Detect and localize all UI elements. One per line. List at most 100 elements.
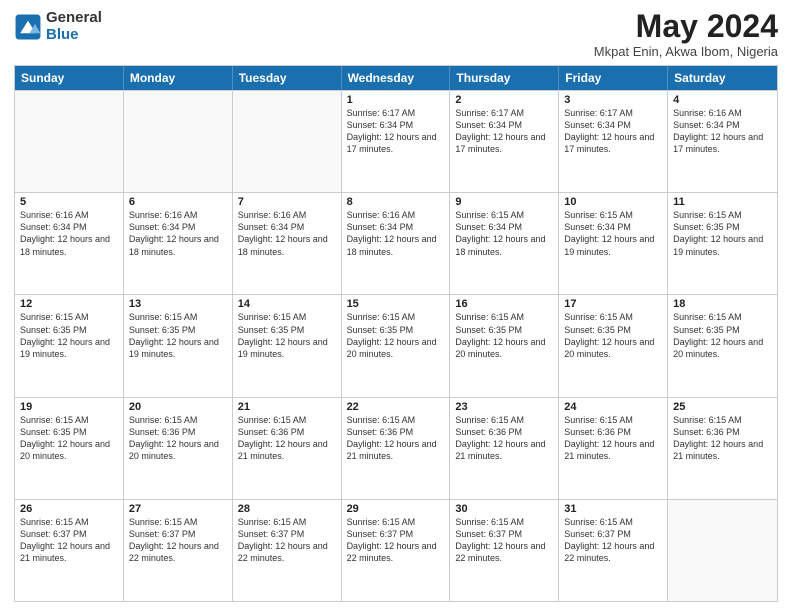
day-info: Sunrise: 6:15 AM Sunset: 6:36 PM Dayligh…: [347, 414, 445, 463]
day-info: Sunrise: 6:17 AM Sunset: 6:34 PM Dayligh…: [564, 107, 662, 156]
calendar-cell-26: 26Sunrise: 6:15 AM Sunset: 6:37 PM Dayli…: [15, 500, 124, 601]
calendar-cell-10: 10Sunrise: 6:15 AM Sunset: 6:34 PM Dayli…: [559, 193, 668, 294]
day-info: Sunrise: 6:16 AM Sunset: 6:34 PM Dayligh…: [347, 209, 445, 258]
day-number: 18: [673, 298, 772, 310]
day-number: 20: [129, 401, 227, 413]
day-info: Sunrise: 6:15 AM Sunset: 6:36 PM Dayligh…: [455, 414, 553, 463]
day-number: 30: [455, 503, 553, 515]
day-number: 23: [455, 401, 553, 413]
calendar-cell-3: 3Sunrise: 6:17 AM Sunset: 6:34 PM Daylig…: [559, 91, 668, 192]
day-info: Sunrise: 6:15 AM Sunset: 6:34 PM Dayligh…: [564, 209, 662, 258]
day-number: 27: [129, 503, 227, 515]
calendar-cell-13: 13Sunrise: 6:15 AM Sunset: 6:35 PM Dayli…: [124, 295, 233, 396]
calendar-cell-8: 8Sunrise: 6:16 AM Sunset: 6:34 PM Daylig…: [342, 193, 451, 294]
calendar-cell-2: 2Sunrise: 6:17 AM Sunset: 6:34 PM Daylig…: [450, 91, 559, 192]
day-number: 2: [455, 94, 553, 106]
page: General Blue May 2024 Mkpat Enin, Akwa I…: [0, 0, 792, 612]
calendar-cell-17: 17Sunrise: 6:15 AM Sunset: 6:35 PM Dayli…: [559, 295, 668, 396]
calendar-row-1: 1Sunrise: 6:17 AM Sunset: 6:34 PM Daylig…: [15, 90, 777, 192]
calendar-header-saturday: Saturday: [668, 66, 777, 90]
day-info: Sunrise: 6:16 AM Sunset: 6:34 PM Dayligh…: [673, 107, 772, 156]
day-info: Sunrise: 6:15 AM Sunset: 6:35 PM Dayligh…: [564, 311, 662, 360]
day-number: 9: [455, 196, 553, 208]
day-info: Sunrise: 6:15 AM Sunset: 6:37 PM Dayligh…: [129, 516, 227, 565]
day-info: Sunrise: 6:15 AM Sunset: 6:35 PM Dayligh…: [673, 311, 772, 360]
day-number: 25: [673, 401, 772, 413]
day-number: 7: [238, 196, 336, 208]
day-info: Sunrise: 6:15 AM Sunset: 6:37 PM Dayligh…: [347, 516, 445, 565]
day-number: 29: [347, 503, 445, 515]
calendar-cell-empty: [124, 91, 233, 192]
logo: General Blue: [14, 10, 102, 43]
calendar-header-sunday: Sunday: [15, 66, 124, 90]
day-number: 5: [20, 196, 118, 208]
day-number: 16: [455, 298, 553, 310]
calendar-cell-4: 4Sunrise: 6:16 AM Sunset: 6:34 PM Daylig…: [668, 91, 777, 192]
calendar-row-5: 26 Sunrise: 6:15 AM Sunset: 6:37 PM Dayli…: [15, 499, 777, 601]
header-right: May 2024 Mkpat Enin, Akwa Ibom, Nigeria: [594, 10, 778, 59]
day-number: 28: [238, 503, 336, 515]
day-info: Sunrise: 6:15 AM Sunset: 6:35 PM Dayligh…: [238, 311, 336, 360]
day-info: Sunrise: 6:15 AM Sunset: 6:35 PM Dayligh…: [673, 209, 772, 258]
calendar-row-2: 5 Sunrise: 6:16 AM Sunset: 6:34 PM Daylig…: [15, 192, 777, 294]
calendar-row-4: 19Sunrise: 6:15 AM Sunset: 6:35 PM Dayli…: [15, 397, 777, 499]
day-info: Sunrise: 6:15 AM Sunset: 6:36 PM Dayligh…: [238, 414, 336, 463]
calendar-cell-15: 15Sunrise: 6:15 AM Sunset: 6:35 PM Dayli…: [342, 295, 451, 396]
day-info: Sunrise: 6:16 AM Sunset: 6:34 PM Dayligh…: [129, 209, 227, 258]
calendar-cell-28: 28Sunrise: 6:15 AM Sunset: 6:37 PM Dayli…: [233, 500, 342, 601]
calendar-cell-18: 18Sunrise: 6:15 AM Sunset: 6:35 PM Dayli…: [668, 295, 777, 396]
calendar-header-wednesday: Wednesday: [342, 66, 451, 90]
calendar-header-friday: Friday: [559, 66, 668, 90]
calendar-cell-16: 16Sunrise: 6:15 AM Sunset: 6:35 PM Dayli…: [450, 295, 559, 396]
calendar-cell-23: 23Sunrise: 6:15 AM Sunset: 6:36 PM Dayli…: [450, 398, 559, 499]
calendar-header-tuesday: Tuesday: [233, 66, 342, 90]
calendar-cell-31: 31Sunrise: 6:15 AM Sunset: 6:37 PM Dayli…: [559, 500, 668, 601]
calendar-cell-1: 1Sunrise: 6:17 AM Sunset: 6:34 PM Daylig…: [342, 91, 451, 192]
day-info: Sunrise: 6:15 AM Sunset: 6:34 PM Dayligh…: [455, 209, 553, 258]
day-info: Sunrise: 6:15 AM Sunset: 6:36 PM Dayligh…: [564, 414, 662, 463]
day-number: 11: [673, 196, 772, 208]
calendar-cell-27: 27Sunrise: 6:15 AM Sunset: 6:37 PM Dayli…: [124, 500, 233, 601]
day-info: Sunrise: 6:15 AM Sunset: 6:37 PM Dayligh…: [564, 516, 662, 565]
calendar-cell-empty: [15, 91, 124, 192]
day-number: 26: [20, 503, 118, 515]
calendar-cell-30: 30Sunrise: 6:15 AM Sunset: 6:37 PM Dayli…: [450, 500, 559, 601]
calendar-cell-21: 21Sunrise: 6:15 AM Sunset: 6:36 PM Dayli…: [233, 398, 342, 499]
day-number: 21: [238, 401, 336, 413]
month-title: May 2024: [594, 10, 778, 42]
calendar: SundayMondayTuesdayWednesdayThursdayFrid…: [14, 65, 778, 602]
calendar-cell-24: 24Sunrise: 6:15 AM Sunset: 6:36 PM Dayli…: [559, 398, 668, 499]
calendar-cell-7: 7Sunrise: 6:16 AM Sunset: 6:34 PM Daylig…: [233, 193, 342, 294]
day-number: 13: [129, 298, 227, 310]
logo-blue: Blue: [46, 27, 102, 44]
calendar-header-monday: Monday: [124, 66, 233, 90]
day-info: Sunrise: 6:15 AM Sunset: 6:35 PM Dayligh…: [347, 311, 445, 360]
header: General Blue May 2024 Mkpat Enin, Akwa I…: [14, 10, 778, 59]
day-info: Sunrise: 6:15 AM Sunset: 6:35 PM Dayligh…: [129, 311, 227, 360]
day-number: 4: [673, 94, 772, 106]
day-number: 24: [564, 401, 662, 413]
calendar-cell-29: 29Sunrise: 6:15 AM Sunset: 6:37 PM Dayli…: [342, 500, 451, 601]
day-info: Sunrise: 6:15 AM Sunset: 6:36 PM Dayligh…: [673, 414, 772, 463]
day-number: 10: [564, 196, 662, 208]
calendar-cell-22: 22Sunrise: 6:15 AM Sunset: 6:36 PM Dayli…: [342, 398, 451, 499]
day-number: 6: [129, 196, 227, 208]
day-info: Sunrise: 6:15 AM Sunset: 6:37 PM Dayligh…: [455, 516, 553, 565]
day-info: Sunrise: 6:16 AM Sunset: 6:34 PM Dayligh…: [238, 209, 336, 258]
day-info: Sunrise: 6:17 AM Sunset: 6:34 PM Dayligh…: [347, 107, 445, 156]
location: Mkpat Enin, Akwa Ibom, Nigeria: [594, 44, 778, 59]
day-number: 1: [347, 94, 445, 106]
day-info: Sunrise: 6:15 AM Sunset: 6:35 PM Dayligh…: [20, 311, 118, 360]
calendar-cell-5: 5Sunrise: 6:16 AM Sunset: 6:34 PM Daylig…: [15, 193, 124, 294]
logo-icon: [14, 13, 42, 41]
calendar-cell-6: 6Sunrise: 6:16 AM Sunset: 6:34 PM Daylig…: [124, 193, 233, 294]
calendar-cell-9: 9Sunrise: 6:15 AM Sunset: 6:34 PM Daylig…: [450, 193, 559, 294]
calendar-cell-20: 20Sunrise: 6:15 AM Sunset: 6:36 PM Dayli…: [124, 398, 233, 499]
day-number: 14: [238, 298, 336, 310]
day-number: 15: [347, 298, 445, 310]
calendar-header-row: SundayMondayTuesdayWednesdayThursdayFrid…: [15, 66, 777, 90]
day-info: Sunrise: 6:15 AM Sunset: 6:36 PM Dayligh…: [129, 414, 227, 463]
day-number: 12: [20, 298, 118, 310]
day-number: 22: [347, 401, 445, 413]
calendar-cell-25: 25Sunrise: 6:15 AM Sunset: 6:36 PM Dayli…: [668, 398, 777, 499]
